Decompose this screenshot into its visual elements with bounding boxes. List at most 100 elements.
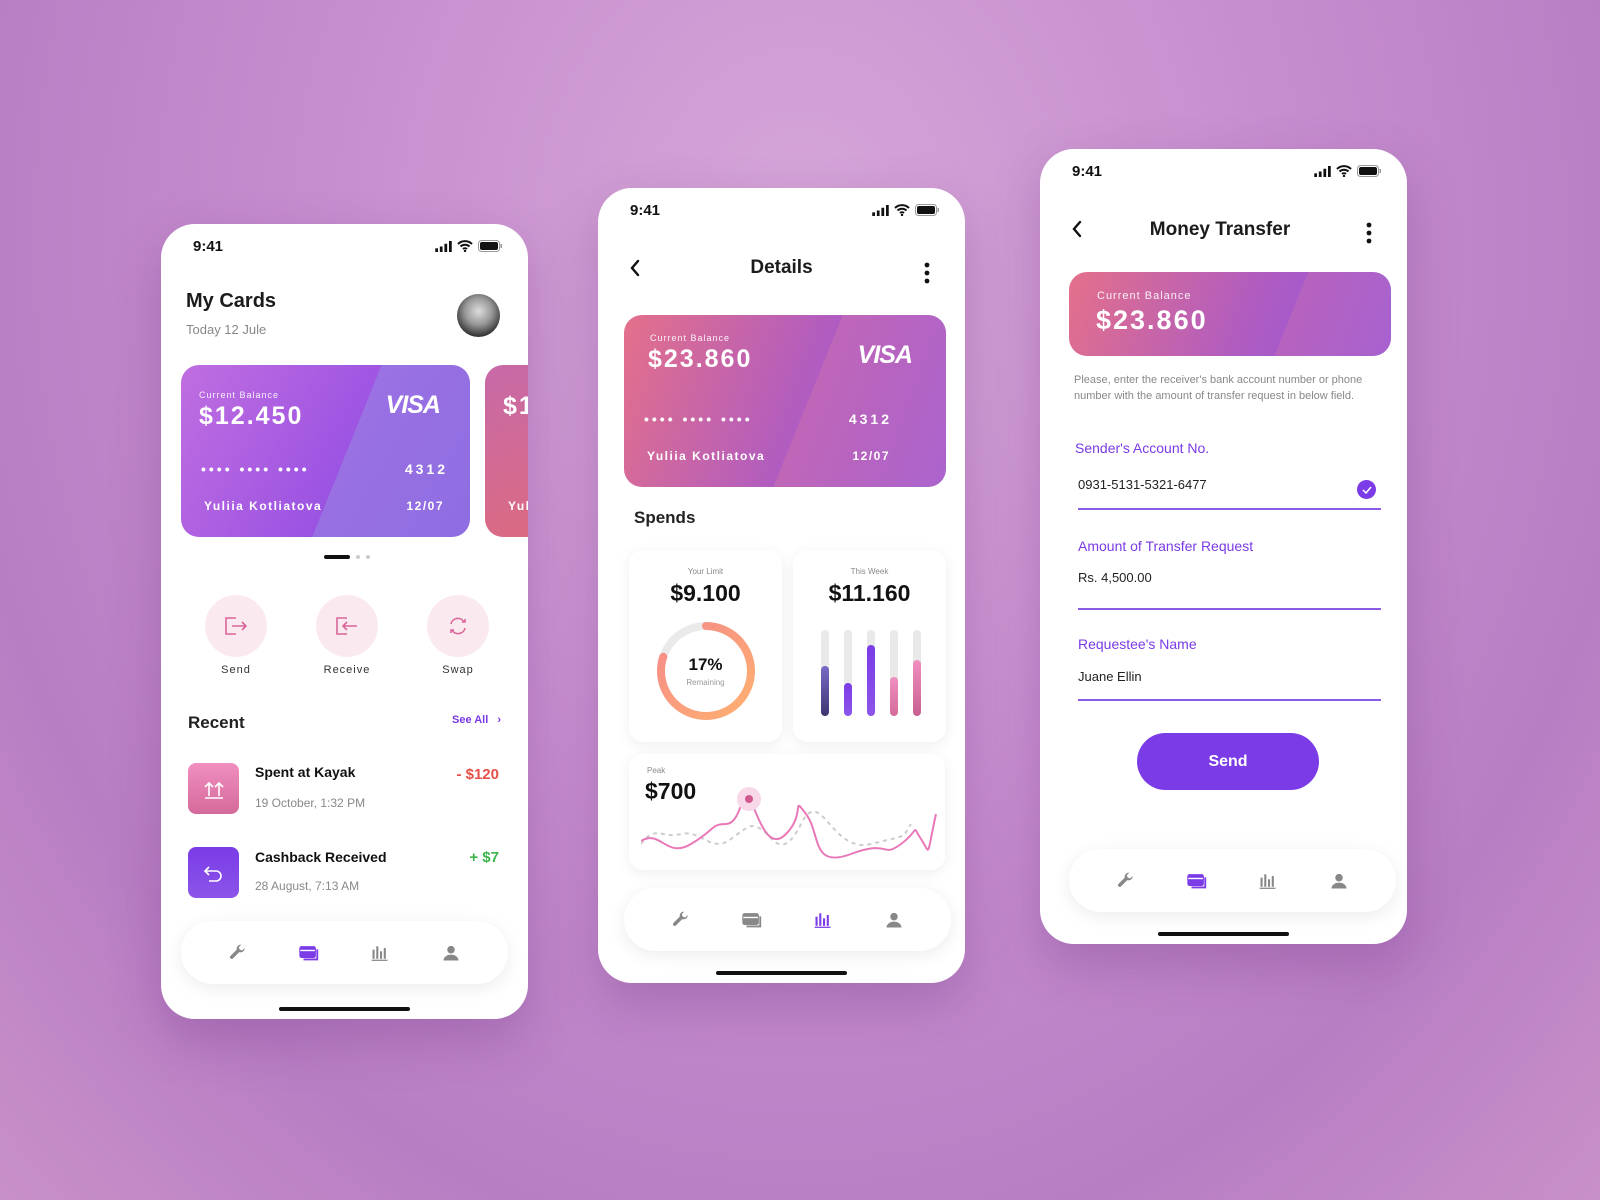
card-expiry: 12/07: [406, 499, 444, 513]
more-options-icon[interactable]: [924, 261, 930, 285]
field-underline: [1078, 699, 1381, 701]
home-indicator[interactable]: [716, 971, 847, 975]
carousel-dot-active[interactable]: [324, 555, 350, 559]
card-number-masked: •••• •••• ••••: [644, 411, 753, 427]
week-amount: $11.160: [828, 580, 911, 606]
amount-input[interactable]: Rs. 4,500.00: [1078, 570, 1152, 585]
send-icon: [225, 617, 248, 635]
balance-amount: $23.860: [648, 345, 753, 373]
battery-icon: [915, 204, 939, 216]
card-holder: Yuliia Kotliatova: [204, 499, 323, 513]
bottom-nav: [181, 921, 508, 984]
credit-card-secondary[interactable]: $1 Yul: [485, 365, 528, 537]
card-decoration: [298, 365, 470, 537]
home-indicator[interactable]: [279, 1007, 410, 1011]
carousel-dot[interactable]: [356, 555, 360, 559]
transaction-date: 28 August, 7:13 AM: [255, 879, 360, 893]
credit-card[interactable]: Current Balance $23.860 VISA •••• •••• •…: [624, 315, 946, 487]
swap-icon: [450, 617, 466, 635]
visa-logo: VISA: [385, 391, 441, 419]
peak-card: Peak $700: [629, 754, 945, 870]
transaction-amount: + $7: [469, 849, 499, 866]
chart-icon[interactable]: [811, 908, 835, 932]
page-title: Details: [750, 257, 813, 278]
avatar[interactable]: [457, 294, 500, 337]
cards-icon[interactable]: [740, 908, 764, 932]
cards-icon[interactable]: [1185, 869, 1209, 893]
wrench-icon[interactable]: [226, 941, 250, 965]
receive-icon: [336, 617, 357, 635]
amount-label: Amount of Transfer Request: [1078, 538, 1254, 554]
battery-icon: [1357, 165, 1381, 177]
balance-label: Current Balance: [1097, 290, 1192, 302]
swap-label: Swap: [442, 664, 474, 676]
week-card: This Week $11.160: [793, 550, 946, 742]
balance-label: Current Balance: [199, 390, 280, 400]
status-icons: [872, 204, 939, 216]
week-bar[interactable]: [913, 660, 921, 716]
transaction-title: Spent at Kayak: [255, 764, 356, 780]
money-transfer-screen: 9:41 Money Transfer Current Balance $23.…: [1040, 149, 1407, 944]
chart-icon[interactable]: [1256, 869, 1280, 893]
bottom-nav: [624, 888, 951, 951]
week-bar-chart: [821, 630, 921, 716]
receive-button[interactable]: [316, 595, 378, 657]
transaction-amount: - $120: [456, 766, 499, 783]
send-label: Send: [221, 664, 251, 676]
page-title: Money Transfer: [1149, 219, 1291, 240]
send-button[interactable]: [205, 595, 267, 657]
visa-logo: VISA: [857, 341, 913, 369]
week-bar-track: [821, 630, 829, 716]
signal-icon: [872, 205, 889, 216]
swap-button[interactable]: [427, 595, 489, 657]
bottom-nav: [1069, 849, 1396, 912]
carousel-dot[interactable]: [366, 555, 370, 559]
more-options-icon[interactable]: [1366, 221, 1372, 245]
status-time: 9:41: [193, 238, 224, 255]
user-icon[interactable]: [882, 908, 906, 932]
card-last4: 4312: [848, 411, 892, 427]
cards-icon[interactable]: [297, 941, 321, 965]
week-bar[interactable]: [867, 644, 875, 716]
user-icon[interactable]: [439, 941, 463, 965]
chart-icon[interactable]: [368, 941, 392, 965]
transaction-date: 19 October, 1:32 PM: [255, 796, 366, 810]
requestee-name-input[interactable]: Juane Ellin: [1078, 669, 1142, 684]
balance-amount: $12.450: [199, 402, 304, 430]
date-subtitle: Today 12 Jule: [186, 322, 267, 337]
wrench-icon[interactable]: [669, 908, 693, 932]
remaining-label: Remaining: [686, 678, 725, 687]
signal-icon: [435, 241, 452, 252]
card-holder: Yuliia Kotliatova: [647, 449, 766, 463]
see-all-link[interactable]: See All ›: [452, 714, 501, 726]
limit-amount: $9.100: [670, 580, 741, 606]
week-bar[interactable]: [844, 683, 852, 716]
wrench-icon[interactable]: [1114, 869, 1138, 893]
limit-card: Your Limit $9.100 17% Remaining: [629, 550, 782, 742]
peak-label: Peak: [647, 766, 666, 775]
week-bar[interactable]: [821, 666, 829, 716]
week-bar[interactable]: [890, 677, 898, 716]
week-bar-track: [867, 630, 875, 716]
balance-card: Current Balance $23.860: [1069, 272, 1391, 356]
status-time: 9:41: [630, 202, 661, 219]
balance-amount: $23.860: [1096, 305, 1208, 335]
home-indicator[interactable]: [1158, 932, 1289, 936]
instructions-text: Please, enter the receiver's bank accoun…: [1074, 374, 1363, 402]
week-bar-track: [844, 630, 852, 716]
user-icon[interactable]: [1327, 869, 1351, 893]
spend-line: [641, 796, 937, 859]
credit-card[interactable]: Current Balance $12.450 VISA •••• •••• •…: [181, 365, 470, 537]
details-screen: 9:41 Details Current Balance $23.860 VIS…: [598, 188, 965, 983]
week-bar-track: [890, 630, 898, 716]
card-decoration: [1267, 272, 1391, 356]
limit-label: Your Limit: [687, 567, 724, 576]
return-icon: [188, 847, 239, 898]
wifi-icon: [894, 204, 910, 216]
send-button[interactable]: Send: [1137, 733, 1319, 790]
requestee-name-label: Requestee's Name: [1078, 636, 1197, 652]
sender-account-input[interactable]: 0931-5131-5321-6477: [1078, 477, 1207, 492]
remaining-percent: 17%: [688, 655, 723, 674]
peak-marker[interactable]: [745, 795, 753, 803]
see-all-label: See All: [452, 714, 489, 726]
